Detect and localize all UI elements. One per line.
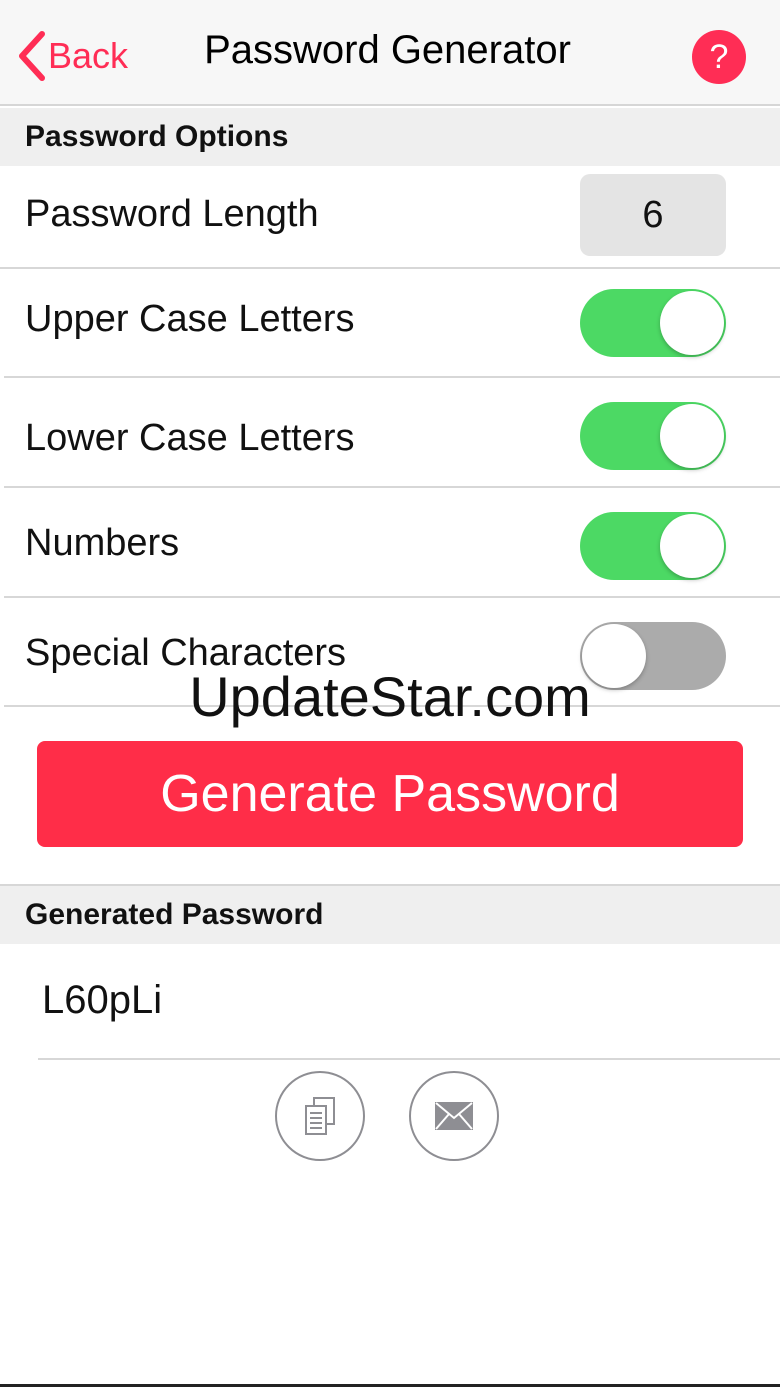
numbers-toggle[interactable] [580, 512, 726, 580]
password-length-label: Password Length [25, 193, 319, 235]
lower-case-toggle[interactable] [580, 402, 726, 470]
numbers-label: Numbers [25, 522, 180, 564]
generate-password-button[interactable]: Generate Password [37, 741, 743, 847]
navigation-bar: Back Password Generator ? [0, 0, 780, 106]
toggle-knob [660, 404, 724, 468]
page-title: Password Generator [204, 28, 571, 72]
section-header-options: Password Options [0, 108, 780, 166]
email-button[interactable] [409, 1071, 499, 1161]
lower-case-label: Lower Case Letters [25, 417, 355, 459]
envelope-icon [435, 1102, 473, 1130]
copy-icon [305, 1097, 335, 1135]
upper-case-label: Upper Case Letters [25, 298, 355, 340]
toggle-knob [660, 291, 724, 355]
section-header-generated: Generated Password [0, 886, 780, 944]
divider [4, 486, 780, 488]
divider [38, 1058, 780, 1060]
divider [0, 267, 780, 269]
copy-button[interactable] [275, 1071, 365, 1161]
divider [4, 596, 780, 598]
generated-password-value[interactable]: L60pLi [42, 978, 162, 1023]
divider [4, 376, 780, 378]
upper-case-toggle[interactable] [580, 289, 726, 357]
watermark: UpdateStar.com [189, 665, 591, 728]
password-length-input[interactable]: 6 [580, 174, 726, 256]
help-button[interactable]: ? [692, 30, 746, 84]
toggle-knob [660, 514, 724, 578]
